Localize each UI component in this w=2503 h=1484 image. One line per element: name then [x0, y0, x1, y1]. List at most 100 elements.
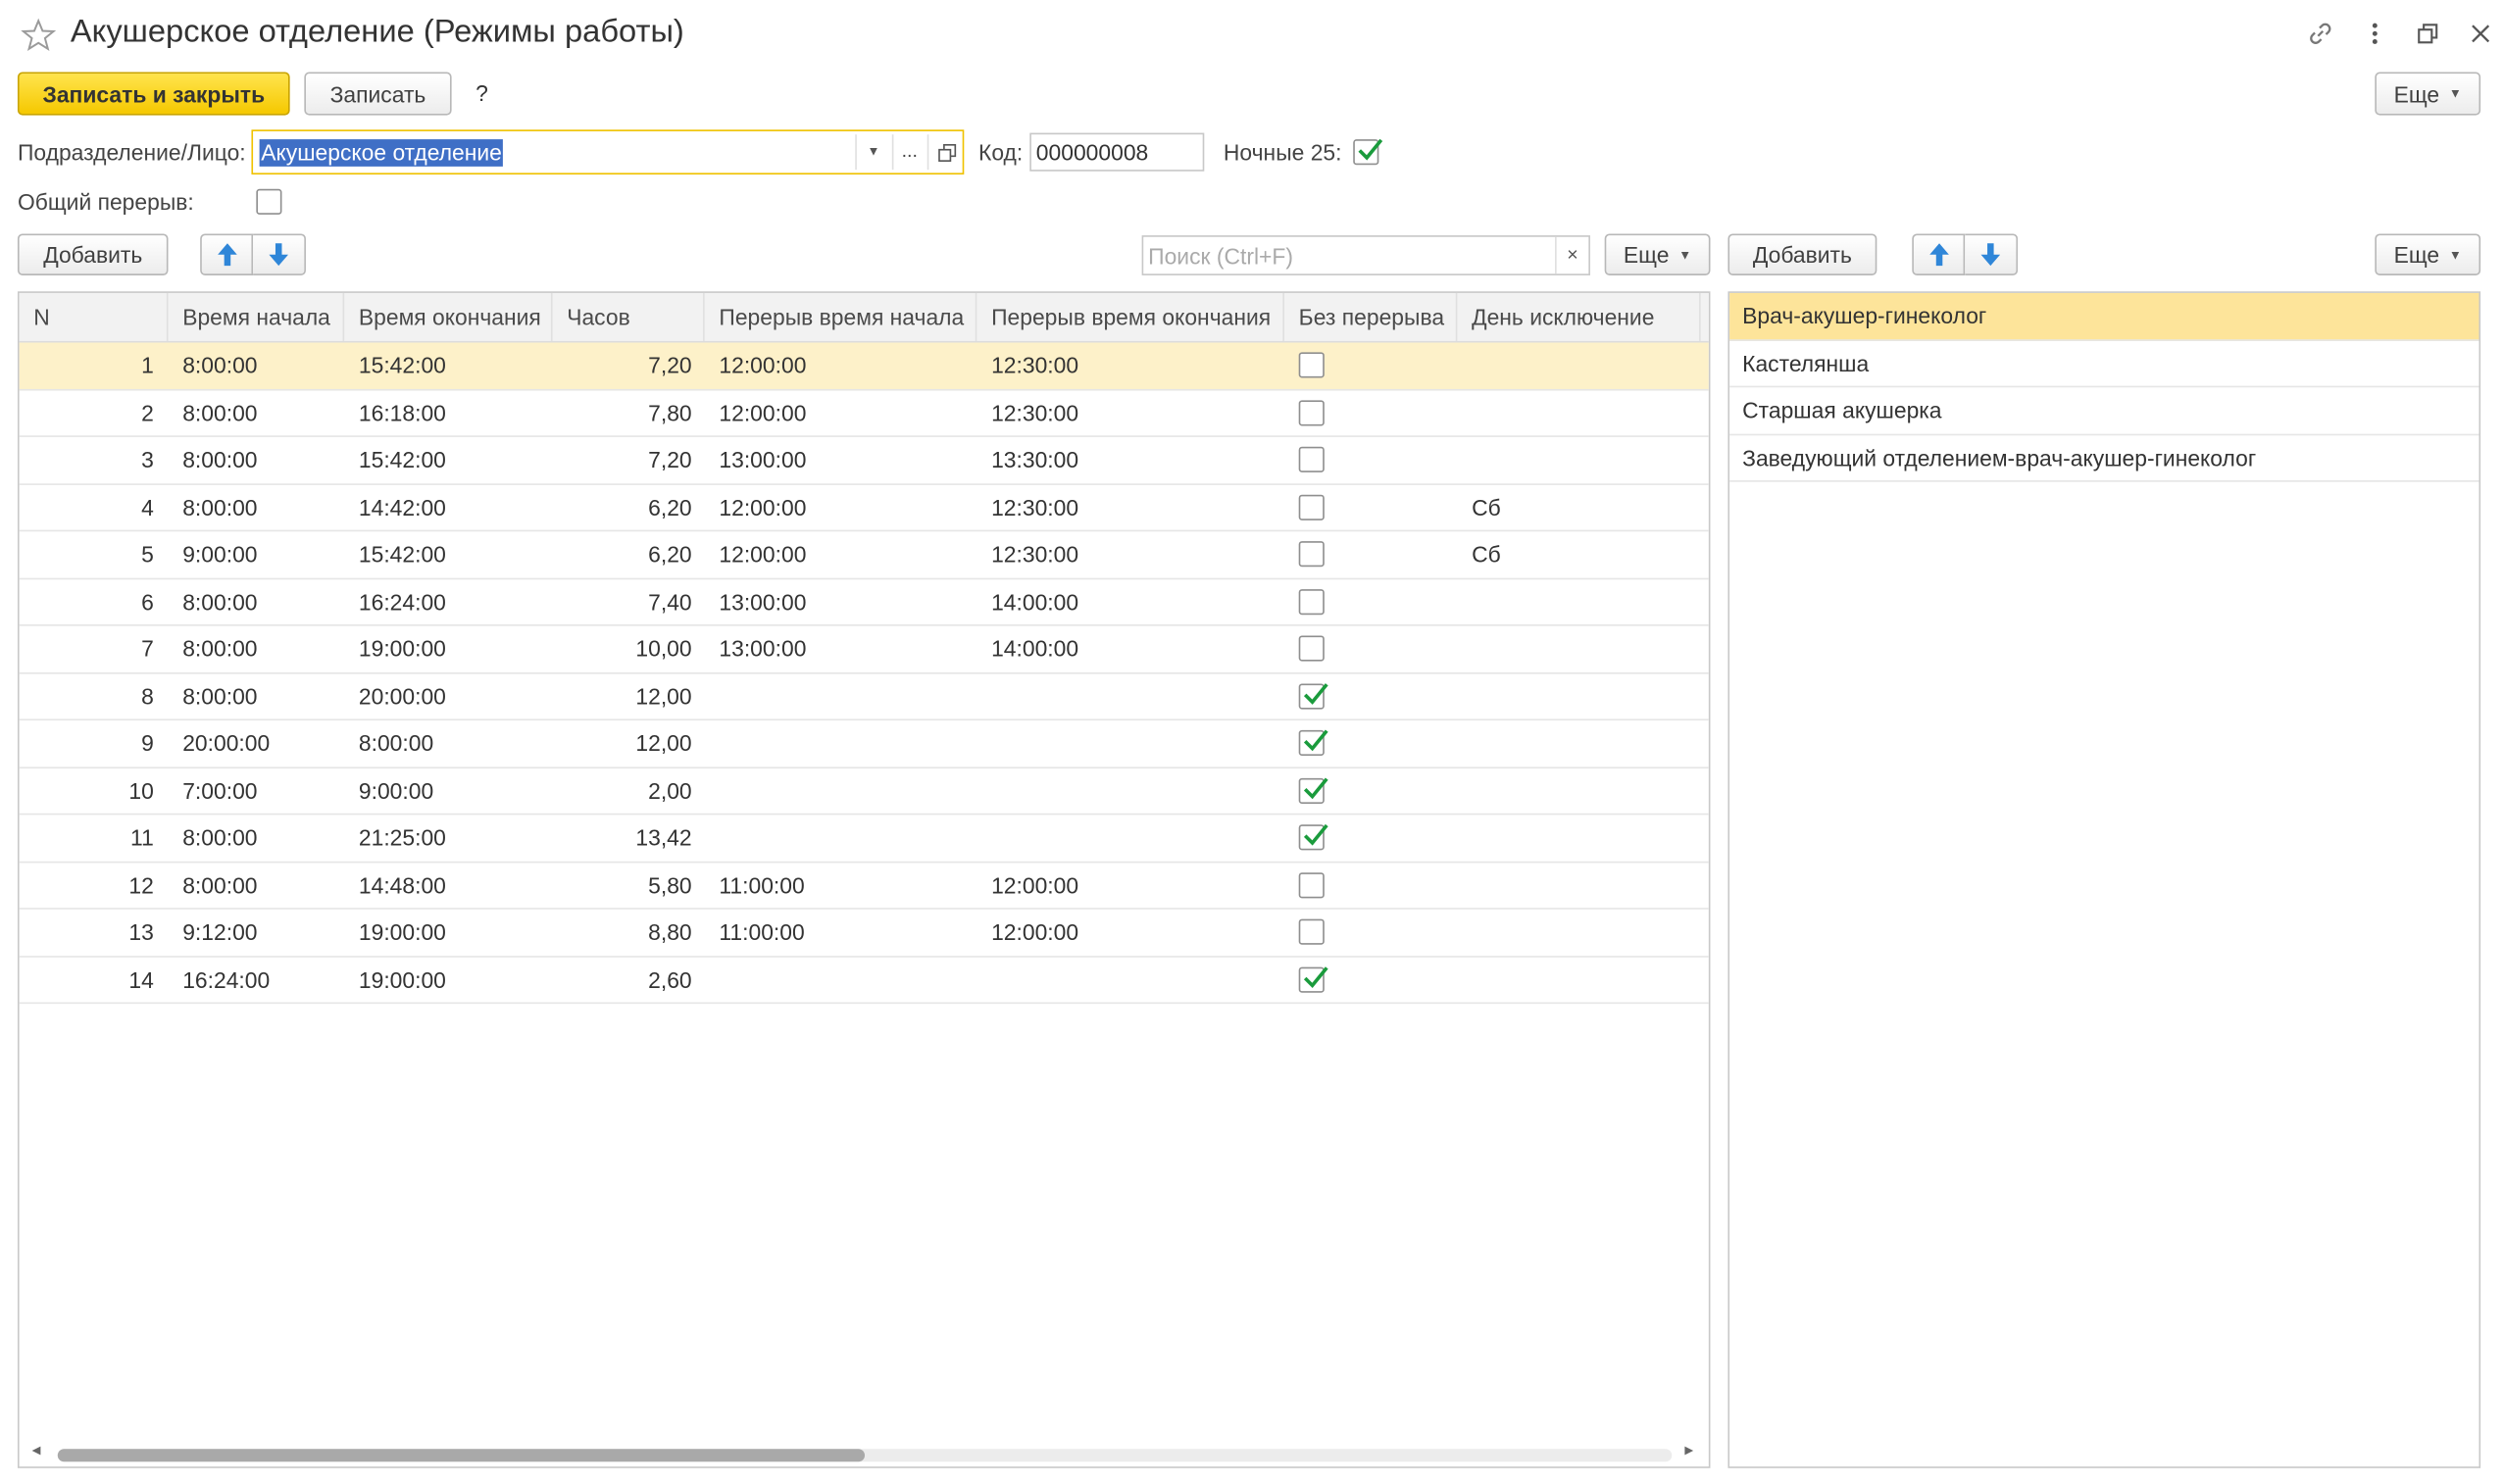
no-break-checkbox[interactable]: [1298, 682, 1328, 709]
cell-break-end[interactable]: [991, 767, 1264, 814]
more-button-top[interactable]: Еще ▼: [2375, 72, 2481, 116]
cell-n[interactable]: 2: [20, 390, 154, 436]
cell-start[interactable]: 8:00:00: [182, 863, 342, 909]
cell-hours[interactable]: 6,20: [553, 484, 692, 530]
add-row-button[interactable]: Добавить: [17, 233, 169, 275]
cell-hours[interactable]: 2,60: [553, 957, 692, 1003]
table-row[interactable]: 8 8:00:00 20:00:00 12,00: [19, 673, 1709, 721]
table-row[interactable]: 11 8:00:00 21:25:00 13,42: [19, 815, 1709, 863]
save-button[interactable]: Записать: [304, 72, 452, 116]
table-row[interactable]: 12 8:00:00 14:48:00 5,80 11:00:00 12:00:00: [19, 863, 1709, 910]
cell-exception-day[interactable]: Сб: [1472, 484, 1679, 530]
cell-hours[interactable]: 10,00: [553, 626, 691, 672]
cell-break-end[interactable]: 12:30:00: [991, 390, 1264, 436]
night-checkbox[interactable]: [1353, 138, 1383, 166]
col-header-hours[interactable]: Часов: [553, 292, 705, 341]
cell-exception-day[interactable]: [1472, 578, 1679, 624]
cell-end[interactable]: 14:42:00: [359, 484, 551, 530]
help-button[interactable]: ?: [476, 80, 488, 106]
cell-n[interactable]: 12: [20, 863, 153, 909]
no-break-checkbox[interactable]: [1298, 871, 1325, 898]
move-down-button[interactable]: [253, 233, 306, 275]
division-value[interactable]: Акушерское отделение: [259, 139, 504, 167]
cell-break-end[interactable]: [991, 720, 1264, 767]
cell-break-end[interactable]: 13:30:00: [991, 437, 1264, 483]
restore-window-icon[interactable]: [2414, 20, 2442, 48]
no-break-checkbox[interactable]: [1298, 352, 1325, 378]
cell-break-start[interactable]: [719, 957, 959, 1003]
table-row[interactable]: 14 16:24:00 19:00:00 2,60: [19, 957, 1709, 1005]
cell-break-end[interactable]: [991, 815, 1264, 861]
cell-exception-day[interactable]: [1472, 767, 1679, 814]
cell-end[interactable]: 15:42:00: [359, 531, 551, 577]
cell-end[interactable]: 19:00:00: [359, 626, 551, 672]
favorite-star-icon[interactable]: [21, 18, 57, 53]
cell-start[interactable]: 8:00:00: [182, 578, 342, 624]
cell-break-start[interactable]: 11:00:00: [719, 863, 959, 909]
cell-n[interactable]: 3: [20, 437, 154, 483]
more-button-left[interactable]: Еще ▼: [1604, 233, 1711, 275]
cell-hours[interactable]: 6,20: [553, 531, 692, 577]
cell-start[interactable]: 8:00:00: [182, 626, 342, 672]
more-vertical-icon[interactable]: [2361, 20, 2389, 48]
cell-start[interactable]: 8:00:00: [182, 673, 342, 719]
move-up-button-right[interactable]: [1912, 233, 1966, 275]
table-row[interactable]: 5 9:00:00 15:42:00 6,20 12:00:00 12:30:00 Сб: [19, 531, 1709, 579]
table-row[interactable]: 7 8:00:00 19:00:00 10,00 13:00:00 14:00:00: [19, 626, 1709, 673]
scroll-right-icon[interactable]: ▶: [1684, 1444, 1700, 1463]
move-down-button-right[interactable]: [1965, 233, 2019, 275]
cell-break-end[interactable]: 12:30:00: [991, 484, 1264, 530]
cell-break-start[interactable]: 13:00:00: [719, 626, 959, 672]
cell-hours[interactable]: 2,00: [553, 767, 692, 814]
table-row[interactable]: 10 7:00:00 9:00:00 2,00: [19, 767, 1709, 816]
cell-hours[interactable]: 12,00: [553, 720, 691, 767]
cell-hours[interactable]: 7,20: [553, 437, 692, 483]
cell-end[interactable]: 19:00:00: [359, 957, 551, 1003]
cell-hours[interactable]: 7,20: [553, 343, 692, 389]
add-position-button[interactable]: Добавить: [1727, 233, 1877, 275]
cell-break-start[interactable]: 13:00:00: [719, 437, 959, 483]
division-field[interactable]: Акушерское отделение ▼ ...: [251, 129, 965, 175]
cell-exception-day[interactable]: [1472, 343, 1679, 389]
cell-end[interactable]: 14:48:00: [359, 863, 551, 909]
cell-exception-day[interactable]: [1472, 957, 1679, 1003]
cell-n[interactable]: 11: [20, 815, 154, 861]
table-row[interactable]: 3 8:00:00 15:42:00 7,20 13:00:00 13:30:00: [19, 437, 1709, 485]
cell-start[interactable]: 8:00:00: [182, 484, 342, 530]
cell-break-start[interactable]: 13:00:00: [719, 578, 959, 624]
cell-break-start[interactable]: 12:00:00: [719, 531, 959, 577]
select-ellipsis-button[interactable]: ...: [891, 134, 926, 171]
cell-end[interactable]: 21:25:00: [359, 815, 551, 861]
close-icon[interactable]: [2466, 20, 2494, 48]
cell-n[interactable]: 5: [20, 531, 154, 577]
col-header-break-start[interactable]: Перерыв время начала: [705, 292, 977, 341]
cell-start[interactable]: 8:00:00: [182, 390, 342, 436]
cell-start[interactable]: 9:00:00: [182, 531, 342, 577]
table-row[interactable]: 2 8:00:00 16:18:00 7,80 12:00:00 12:30:00: [19, 390, 1709, 437]
cell-exception-day[interactable]: [1472, 815, 1679, 861]
cell-exception-day[interactable]: [1472, 673, 1679, 719]
no-break-checkbox[interactable]: [1298, 918, 1325, 945]
cell-break-start[interactable]: [719, 815, 959, 861]
no-break-checkbox[interactable]: [1298, 729, 1328, 756]
table-row[interactable]: 6 8:00:00 16:24:00 7,40 13:00:00 14:00:00: [19, 578, 1709, 626]
cell-exception-day[interactable]: [1472, 720, 1679, 767]
cell-n[interactable]: 6: [20, 578, 154, 624]
cell-start[interactable]: 9:12:00: [182, 910, 342, 956]
no-break-checkbox[interactable]: [1298, 823, 1328, 851]
cell-end[interactable]: 16:18:00: [359, 390, 551, 436]
cell-end[interactable]: 20:00:00: [359, 673, 551, 719]
cell-n[interactable]: 13: [20, 910, 153, 956]
cell-end[interactable]: 15:42:00: [359, 437, 551, 483]
search-input[interactable]: Поиск (Ctrl+F) ×: [1141, 235, 1590, 275]
clear-search-icon[interactable]: ×: [1555, 236, 1588, 274]
cell-hours[interactable]: 8,80: [553, 910, 692, 956]
no-break-checkbox[interactable]: [1298, 399, 1325, 425]
cell-break-end[interactable]: 14:00:00: [991, 626, 1264, 672]
cell-break-start[interactable]: 11:00:00: [719, 910, 959, 956]
col-header-start[interactable]: Время начала: [169, 292, 345, 341]
cell-n[interactable]: 1: [20, 343, 154, 389]
cell-n[interactable]: 10: [20, 767, 153, 814]
cell-break-start[interactable]: [719, 720, 959, 767]
scroll-left-icon[interactable]: ◀: [32, 1444, 48, 1463]
